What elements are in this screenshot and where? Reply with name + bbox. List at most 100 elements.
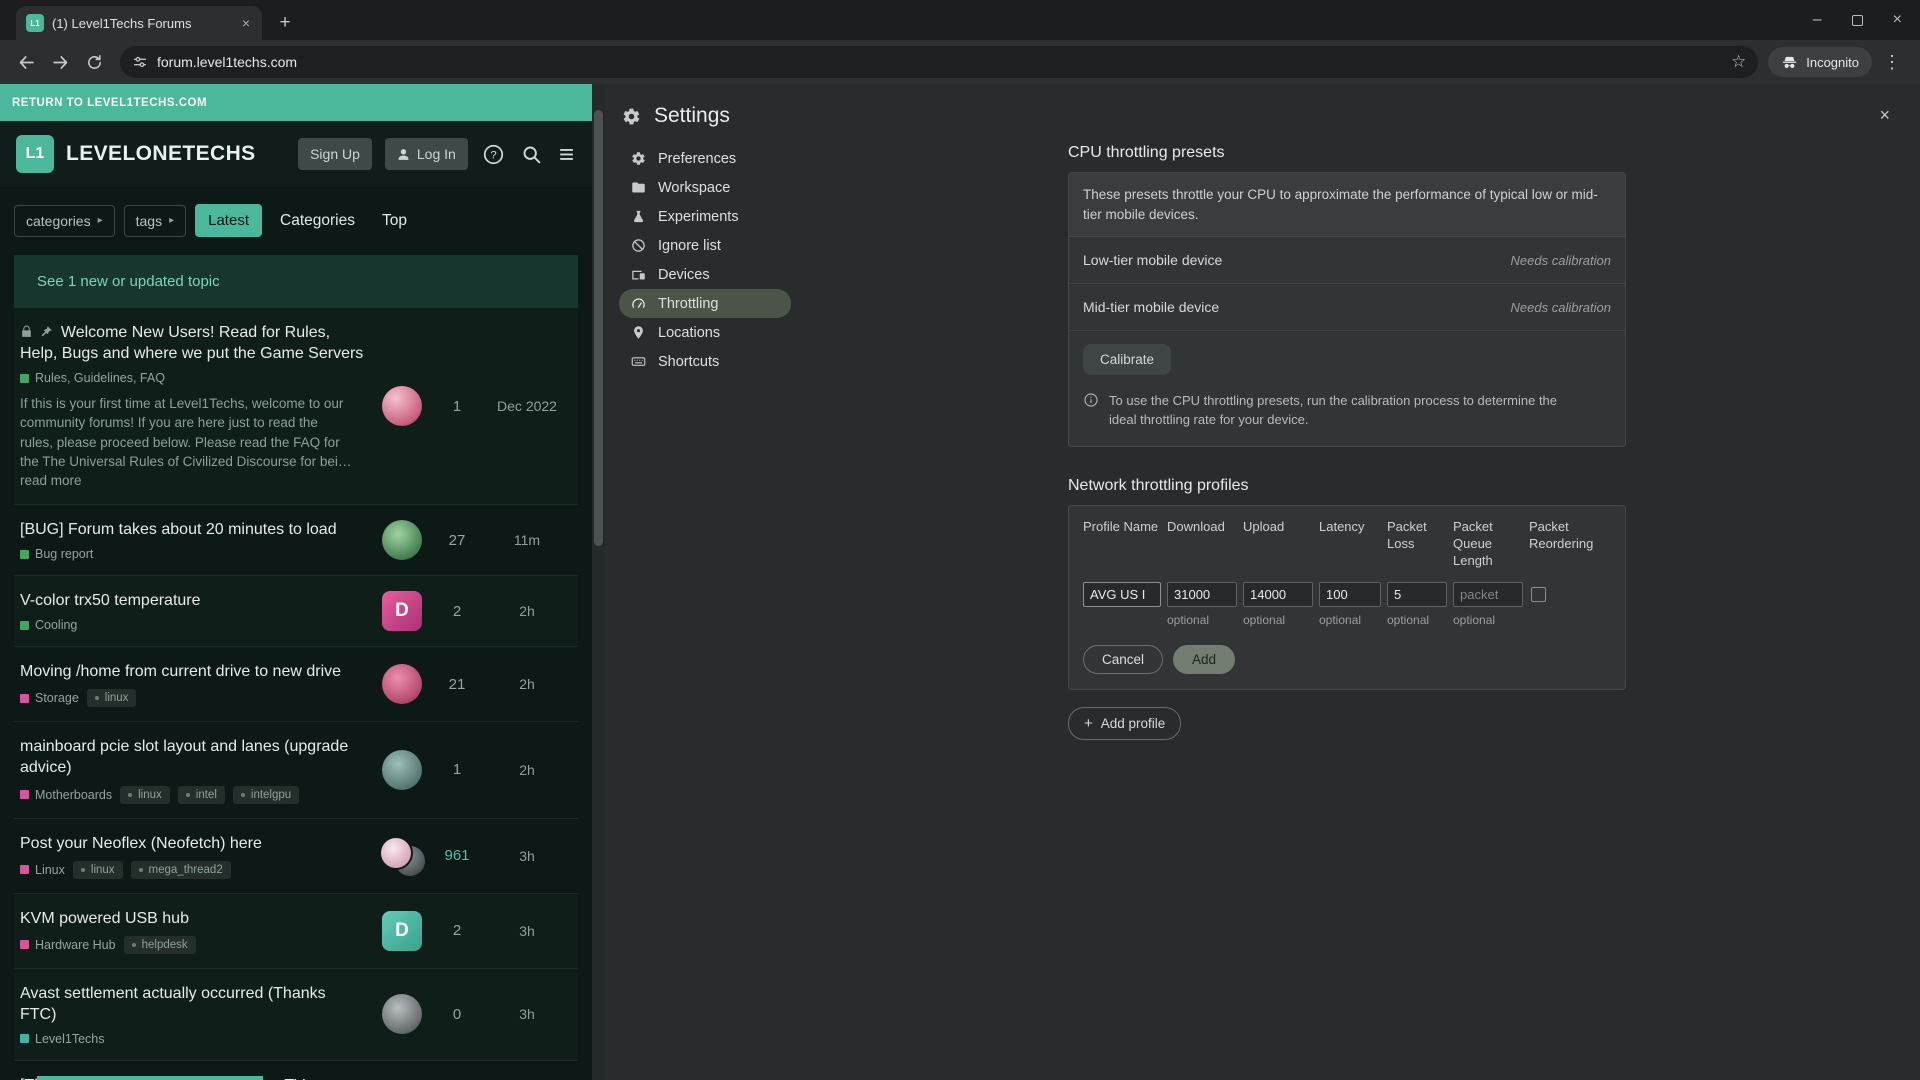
- category-badge[interactable]: Cooling: [20, 618, 77, 632]
- tag-pill[interactable]: mega_thread2: [131, 861, 231, 879]
- search-icon[interactable]: [519, 142, 544, 167]
- tab-close-icon[interactable]: ×: [240, 15, 252, 31]
- category-badge[interactable]: Level1Techs: [20, 1032, 105, 1046]
- return-banner[interactable]: RETURN TO LEVEL1TECHS.COM: [0, 84, 592, 121]
- topic-row[interactable]: V-color trx50 temperature Cooling D 2 2h: [14, 576, 578, 647]
- activity-time: 3h: [486, 923, 568, 939]
- download-input[interactable]: [1167, 582, 1237, 607]
- settings-menu-experiments[interactable]: Experiments: [619, 202, 791, 231]
- topic-title[interactable]: mainboard pcie slot layout and lanes (up…: [20, 736, 366, 778]
- topic-row[interactable]: mainboard pcie slot layout and lanes (up…: [14, 722, 578, 818]
- browser-tab[interactable]: L1 (1) Level1Techs Forums ×: [16, 6, 262, 40]
- help-icon[interactable]: ?: [481, 142, 506, 167]
- forum-scrollbar[interactable]: [592, 84, 605, 1080]
- topic-excerpt: If this is your first time at Level1Tech…: [20, 394, 352, 490]
- categories-dropdown[interactable]: categories ▸: [14, 205, 115, 237]
- avatar[interactable]: [382, 750, 422, 790]
- category-badge[interactable]: Motherboards: [20, 788, 112, 802]
- reload-icon[interactable]: [78, 46, 110, 78]
- category-badge[interactable]: Storage: [20, 691, 79, 705]
- upload-input[interactable]: [1243, 582, 1313, 607]
- settings-menu-locations[interactable]: Locations: [619, 318, 791, 347]
- tab-top[interactable]: Top: [373, 205, 416, 237]
- topic-title[interactable]: KVM powered USB hub: [20, 908, 366, 929]
- topic-title[interactable]: Welcome New Users! Read for Rules, Help,…: [20, 322, 366, 364]
- add-profile-button[interactable]: + Add profile: [1068, 707, 1181, 740]
- window-minimize-icon[interactable]: –: [1813, 15, 1822, 25]
- preset-row[interactable]: Low-tier mobile device Needs calibration: [1069, 237, 1625, 284]
- topic-title[interactable]: Avast settlement actually occurred (Than…: [20, 983, 366, 1025]
- site-brand[interactable]: LEVELONETECHS: [66, 142, 256, 166]
- gear-icon: [631, 151, 646, 166]
- settings-menu-ignore-list[interactable]: Ignore list: [619, 231, 791, 260]
- topic-row[interactable]: Welcome New Users! Read for Rules, Help,…: [14, 308, 578, 505]
- topic-row[interactable]: KVM powered USB hub Hardware Hub helpdes…: [14, 894, 578, 969]
- topic-title[interactable]: [BUG] Forum takes about 20 minutes to lo…: [20, 519, 366, 540]
- tag-pill[interactable]: helpdesk: [124, 936, 196, 954]
- tags-dropdown[interactable]: tags ▸: [124, 205, 187, 237]
- tab-latest[interactable]: Latest: [195, 204, 262, 237]
- category-badge[interactable]: Rules, Guidelines, FAQ: [20, 371, 165, 385]
- read-more-link[interactable]: read more: [20, 473, 82, 488]
- window-maximize-icon[interactable]: [1852, 15, 1863, 26]
- avatar[interactable]: [382, 520, 422, 560]
- tab-categories[interactable]: Categories: [271, 205, 364, 237]
- latency-input[interactable]: [1319, 582, 1381, 607]
- settings-menu-devices[interactable]: Devices: [619, 260, 791, 289]
- new-topics-banner[interactable]: See 1 new or updated topic: [14, 255, 578, 308]
- tag-pill[interactable]: linux: [73, 861, 123, 879]
- settings-menu-preferences[interactable]: Preferences: [619, 144, 791, 173]
- window-close-icon[interactable]: ×: [1893, 11, 1902, 29]
- site-logo[interactable]: L1: [16, 135, 54, 173]
- packet-queue-length-input[interactable]: [1453, 582, 1523, 607]
- new-tab-button[interactable]: +: [270, 8, 300, 38]
- topic-title[interactable]: Post your Neoflex (Neofetch) here: [20, 833, 366, 854]
- url-text[interactable]: forum.level1techs.com: [157, 54, 1722, 70]
- tag-pill[interactable]: intelgpu: [233, 786, 299, 804]
- packet-loss-input[interactable]: [1387, 582, 1447, 607]
- topic-title[interactable]: V-color trx50 temperature: [20, 590, 366, 611]
- profile-name-input[interactable]: [1083, 582, 1161, 607]
- address-bar[interactable]: forum.level1techs.com ☆: [120, 46, 1758, 78]
- avatar[interactable]: D: [382, 591, 422, 631]
- calibrate-button[interactable]: Calibrate: [1083, 344, 1171, 375]
- settings-menu-workspace[interactable]: Workspace: [619, 173, 791, 202]
- tag-pill[interactable]: intel: [178, 786, 225, 804]
- avatar[interactable]: [382, 386, 422, 426]
- avatar[interactable]: D: [382, 911, 422, 951]
- topic-row[interactable]: Avast settlement actually occurred (Than…: [14, 969, 578, 1061]
- optional-label: optional: [1243, 613, 1313, 627]
- bookmark-star-icon[interactable]: ☆: [1731, 52, 1746, 72]
- topic-row[interactable]: [BUG] Forum takes about 20 minutes to lo…: [14, 505, 578, 576]
- topic-title[interactable]: Moving /home from current drive to new d…: [20, 661, 366, 682]
- packet-reordering-checkbox[interactable]: [1531, 587, 1546, 602]
- forum-scrollbar-thumb[interactable]: [594, 110, 603, 546]
- category-badge[interactable]: Linux: [20, 863, 65, 877]
- category-badge[interactable]: Hardware Hub: [20, 938, 116, 952]
- tag-pill[interactable]: linux: [120, 786, 170, 804]
- tag-pill[interactable]: linux: [87, 689, 137, 707]
- preset-row[interactable]: Mid-tier mobile device Needs calibration: [1069, 284, 1625, 331]
- add-button[interactable]: Add: [1173, 645, 1235, 674]
- site-info-icon[interactable]: [132, 54, 148, 70]
- category-badge[interactable]: Bug report: [20, 547, 93, 561]
- avatar[interactable]: [382, 664, 422, 704]
- avatar-group[interactable]: [379, 836, 425, 876]
- chevron-right-icon: ▸: [169, 215, 174, 226]
- signup-button[interactable]: Sign Up: [298, 138, 372, 170]
- forward-icon[interactable]: [44, 46, 76, 78]
- login-button[interactable]: Log In: [385, 138, 468, 170]
- topic-row[interactable]: Moving /home from current drive to new d…: [14, 647, 578, 722]
- back-icon[interactable]: [10, 46, 42, 78]
- settings-menu-throttling[interactable]: Throttling: [619, 289, 791, 318]
- avatar[interactable]: [382, 994, 422, 1034]
- browser-menu-icon[interactable]: ⋮: [1874, 52, 1910, 73]
- topic-row[interactable]: Post your Neoflex (Neofetch) here Linux …: [14, 819, 578, 894]
- category-color-square: [20, 1034, 29, 1043]
- hamburger-menu-icon[interactable]: ≡: [557, 142, 576, 166]
- plus-icon: +: [1084, 715, 1093, 732]
- cancel-button[interactable]: Cancel: [1083, 645, 1163, 674]
- category-color-square: [20, 621, 29, 630]
- settings-close-icon[interactable]: ×: [1873, 104, 1896, 127]
- settings-menu-shortcuts[interactable]: Shortcuts: [619, 347, 791, 376]
